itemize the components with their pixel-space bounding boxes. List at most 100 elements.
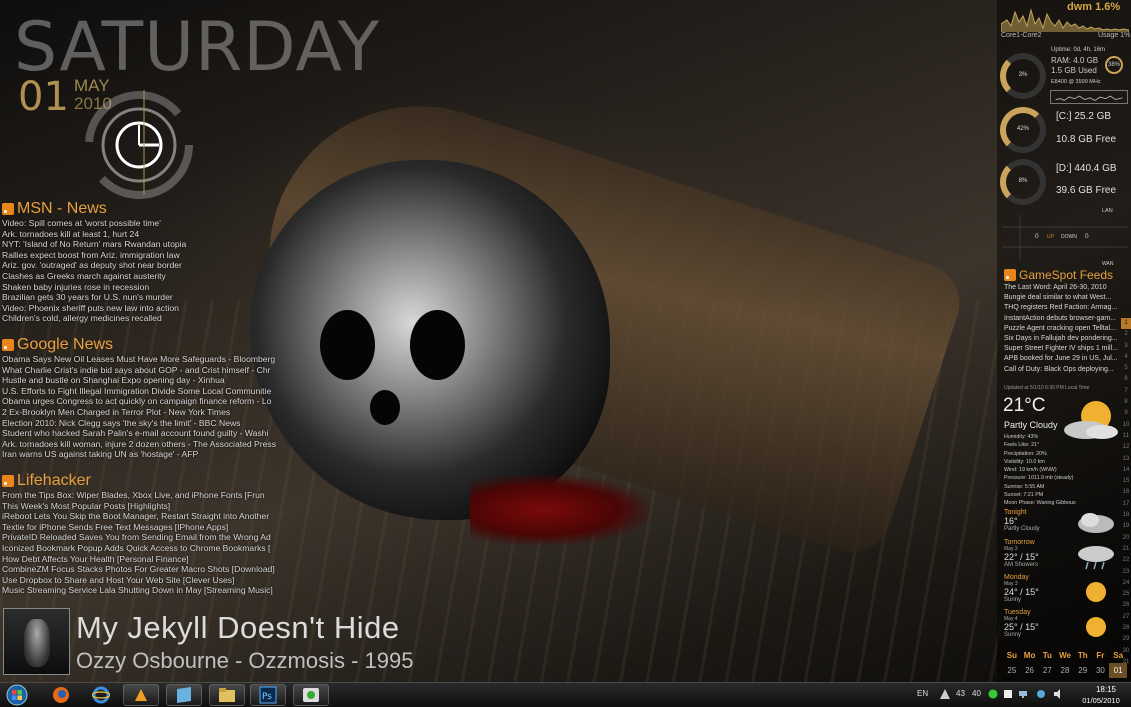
feed-item[interactable]: This Week's Most Popular Posts [Highligh… — [2, 501, 275, 512]
volume-icon[interactable] — [1053, 689, 1063, 699]
feed-item[interactable]: InstantAction debuts browser-gam... — [1004, 314, 1122, 324]
feed-title[interactable]: Google News — [17, 336, 113, 354]
day-number[interactable]: 14 — [1121, 465, 1131, 476]
calendar-day[interactable]: 26 — [1021, 663, 1039, 678]
feed-item[interactable]: Iconized Bookmark Popup Adds Quick Acces… — [2, 543, 275, 554]
feed-title[interactable]: MSN - News — [17, 200, 107, 218]
settings-icon[interactable] — [1036, 689, 1046, 699]
day-number[interactable]: 6 — [1121, 374, 1131, 385]
day-number[interactable]: 24 — [1121, 578, 1131, 589]
day-number[interactable]: 21 — [1121, 544, 1131, 555]
warning-icon[interactable] — [940, 689, 950, 699]
feed-item[interactable]: Shaken baby injuries rose in recession — [2, 282, 186, 293]
calendar-day[interactable]: 01 — [1109, 663, 1127, 678]
start-orb-icon[interactable] — [3, 684, 31, 706]
ie-icon[interactable] — [83, 684, 119, 706]
feed-item[interactable]: Student who hacked Sarah Palin's e-mail … — [2, 428, 276, 439]
firefox-icon[interactable] — [43, 684, 79, 706]
feed-item[interactable]: Six Days in Fallujah dev pondering... — [1004, 334, 1122, 344]
calendar-day[interactable]: 28 — [1056, 663, 1074, 678]
day-number[interactable]: 1 — [1121, 318, 1131, 330]
day-number[interactable]: 26 — [1121, 600, 1131, 611]
drive-d-total[interactable]: [D:] 440.4 GB — [1056, 163, 1117, 174]
feed-item[interactable]: Use Dropbox to Share and Host Your Web S… — [2, 575, 275, 586]
feed-item[interactable]: Puzzle Agent cracking open Telltal... — [1004, 324, 1122, 334]
network-icon[interactable] — [1018, 689, 1028, 699]
feed-item[interactable]: What Charlie Crist's indie bid says abou… — [2, 365, 276, 376]
day-number[interactable]: 11 — [1121, 431, 1131, 442]
drive-c-total[interactable]: [C:] 25.2 GB — [1056, 111, 1111, 122]
feed-item[interactable]: Call of Duty: Black Ops deploying... — [1004, 365, 1122, 375]
calendar-day[interactable]: 29 — [1074, 663, 1092, 678]
feed-item[interactable]: CombineZM Focus Stacks Photos For Greate… — [2, 564, 275, 575]
feed-item[interactable]: Bungie deal similar to what West... — [1004, 293, 1122, 303]
tray-counter-b[interactable]: 40 — [972, 689, 981, 698]
day-number[interactable]: 16 — [1121, 487, 1131, 498]
day-number[interactable]: 10 — [1121, 420, 1131, 431]
day-number[interactable]: 25 — [1121, 589, 1131, 600]
day-number[interactable]: 7 — [1121, 386, 1131, 397]
feed-item[interactable]: U.S. Efforts to Fight Illegal Immigratio… — [2, 386, 276, 397]
day-number[interactable]: 27 — [1121, 612, 1131, 623]
winamp-icon[interactable] — [123, 684, 159, 706]
day-number[interactable]: 28 — [1121, 623, 1131, 634]
day-number[interactable]: 29 — [1121, 634, 1131, 645]
feed-item[interactable]: Ark. tornadoes kill woman, injure 2 doze… — [2, 439, 276, 450]
feed-item[interactable]: Music Streaming Service Lala Shutting Do… — [2, 585, 275, 596]
feed-item[interactable]: NYT: 'Island of No Return' mars Rwandan … — [2, 239, 186, 250]
app-tray-icon[interactable] — [1003, 689, 1013, 699]
day-number[interactable]: 12 — [1121, 442, 1131, 453]
feed-item[interactable]: The Last Word: April 26-30, 2010 — [1004, 283, 1122, 293]
feed-item[interactable]: Hustle and bustle on Shanghai Expo openi… — [2, 375, 276, 386]
feed-item[interactable]: iReboot Lets You Skip the Boot Manager, … — [2, 511, 275, 522]
feed-item[interactable]: Rallies expect boost from Ariz. immigrat… — [2, 250, 186, 261]
feed-item[interactable]: How Debt Affects Your Health [Personal F… — [2, 554, 275, 565]
feed-item[interactable]: 2 Ex-Brooklyn Men Charged in Terror Plot… — [2, 407, 276, 418]
day-number[interactable]: 18 — [1121, 510, 1131, 521]
day-number[interactable]: 13 — [1121, 454, 1131, 465]
feed-item[interactable]: Obama urges Congress to act quickly on c… — [2, 396, 276, 407]
photoshop-icon[interactable]: Ps — [250, 684, 286, 706]
feed-item[interactable]: PrivateID Reloaded Saves You from Sendin… — [2, 532, 275, 543]
day-number[interactable]: 19 — [1121, 521, 1131, 532]
day-number[interactable]: 23 — [1121, 567, 1131, 578]
feed-title[interactable]: Lifehacker — [17, 472, 91, 490]
calendar-day[interactable]: 27 — [1038, 663, 1056, 678]
media-icon[interactable] — [293, 684, 329, 706]
tray-counter-a[interactable]: 43 — [956, 689, 965, 698]
calendar-day[interactable]: 30 — [1092, 663, 1110, 678]
day-number[interactable]: 8 — [1121, 397, 1131, 408]
window-icon[interactable] — [166, 684, 202, 706]
feed-item[interactable]: Video: Spill comes at 'worst possible ti… — [2, 218, 186, 229]
day-number[interactable]: 3 — [1121, 341, 1131, 352]
feed-item[interactable]: Ariz. gov. 'outraged' as deputy shot nea… — [2, 260, 186, 271]
feed-item[interactable]: Clashes as Greeks march against austerit… — [2, 271, 186, 282]
green-status-icon[interactable] — [988, 689, 998, 699]
day-number[interactable]: 22 — [1121, 555, 1131, 566]
taskbar-date[interactable]: 01/05/2010 — [1075, 696, 1127, 705]
feed-item[interactable]: Super Street Fighter IV ships 1 mill... — [1004, 344, 1122, 354]
calendar-day[interactable]: 25 — [1003, 663, 1021, 678]
feed-item[interactable]: Obama Says New Oil Leases Must Have More… — [2, 354, 276, 365]
language-indicator[interactable]: EN — [917, 689, 928, 698]
day-number[interactable]: 15 — [1121, 476, 1131, 487]
feed-item[interactable]: Election 2010: Nick Clegg says 'the sky'… — [2, 418, 276, 429]
day-number[interactable]: 17 — [1121, 499, 1131, 510]
day-number[interactable]: 2 — [1121, 329, 1131, 340]
day-number[interactable]: 5 — [1121, 363, 1131, 374]
feed-item[interactable]: THQ registers Red Faction: Armag... — [1004, 303, 1122, 313]
feed-item[interactable]: Brazilian gets 30 years for U.S. nun's m… — [2, 292, 186, 303]
gamespot-feed-title[interactable]: GameSpot Feeds — [1004, 268, 1113, 282]
feed-item[interactable]: Video: Phoenix sheriff puts new law into… — [2, 303, 186, 314]
feed-item[interactable]: Ark. tornadoes kill at least 1, hurt 24 — [2, 229, 186, 240]
day-number[interactable]: 9 — [1121, 408, 1131, 419]
feed-item[interactable]: Textie for iPhone Sends Free Text Messag… — [2, 522, 275, 533]
folder-icon[interactable] — [209, 684, 245, 706]
feed-item[interactable]: From the Tips Box: Wiper Blades, Xbox Li… — [2, 490, 275, 501]
day-number[interactable]: 20 — [1121, 533, 1131, 544]
feed-item[interactable]: Iran warns US against taking UN as 'host… — [2, 449, 276, 460]
day-number[interactable]: 4 — [1121, 352, 1131, 363]
taskbar-time[interactable]: 18:15 — [1083, 685, 1129, 694]
album-art[interactable] — [3, 608, 70, 675]
feed-item[interactable]: APB booked for June 29 in US, Jul... — [1004, 354, 1122, 364]
